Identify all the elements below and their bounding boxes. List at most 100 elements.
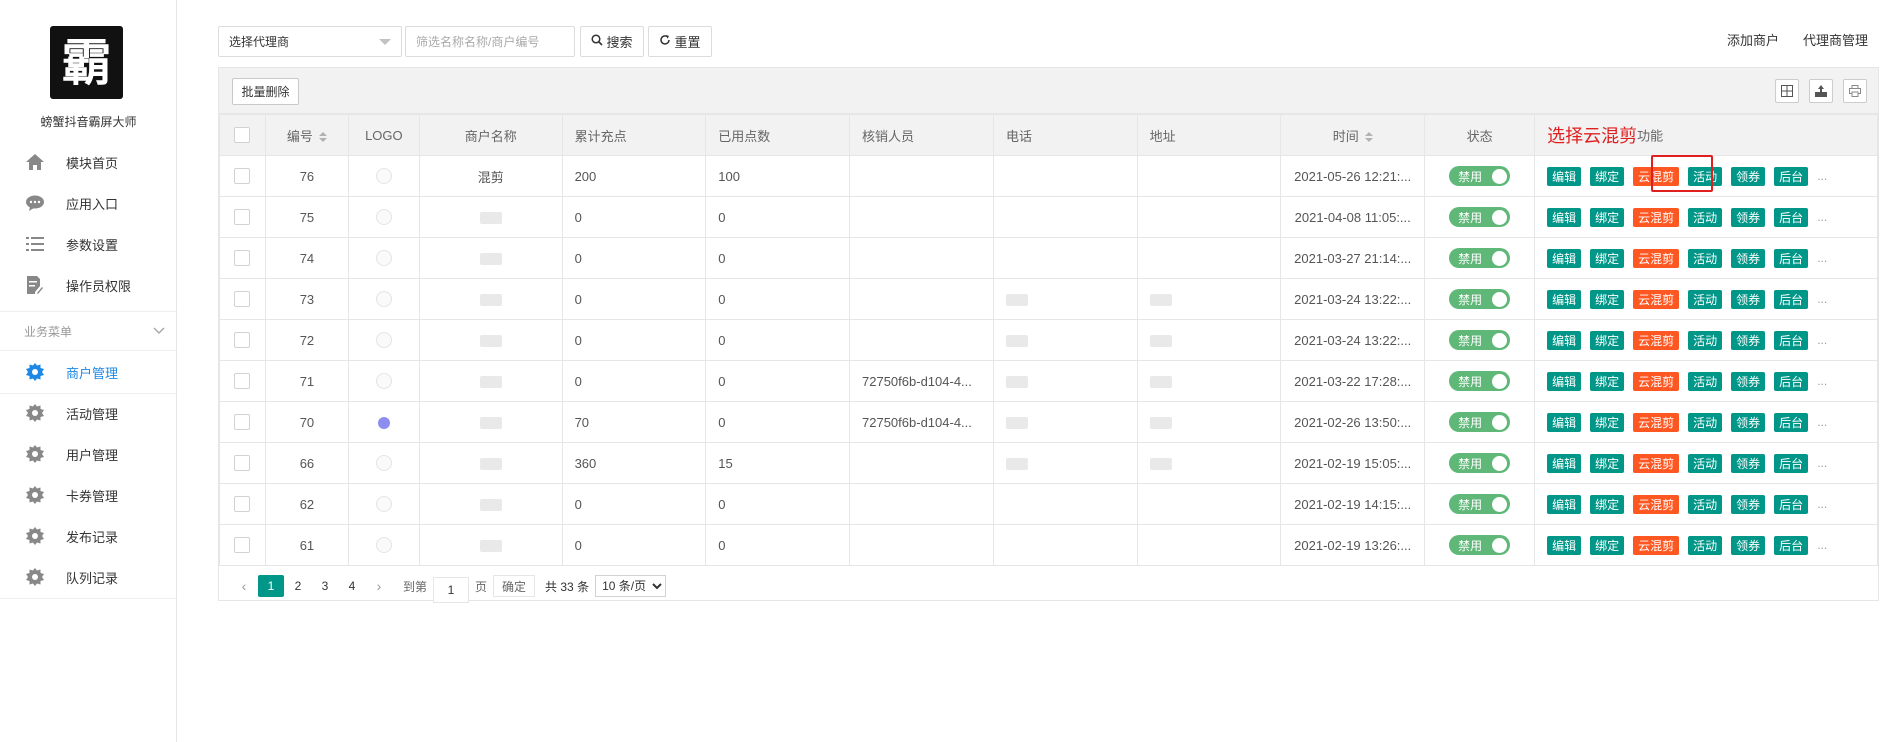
status-toggle[interactable]: 禁用 — [1449, 207, 1511, 227]
coupon-button[interactable]: 领券 — [1731, 494, 1766, 514]
activity-button[interactable]: 活动 — [1688, 330, 1723, 350]
sidebar-item-operator-permissions[interactable]: 操作员权限 — [0, 265, 177, 305]
more-actions[interactable]: ... — [1817, 169, 1827, 183]
status-toggle[interactable]: 禁用 — [1449, 535, 1511, 555]
batch-delete-button[interactable]: 批量删除 — [232, 78, 299, 105]
status-toggle[interactable]: 禁用 — [1449, 453, 1511, 473]
activity-button[interactable]: 活动 — [1688, 371, 1723, 391]
cloud-mix-button[interactable]: 云混剪 — [1633, 371, 1680, 391]
col-id[interactable]: 编号 — [264, 114, 349, 156]
search-button[interactable]: 搜索 — [580, 26, 644, 57]
more-actions[interactable]: ... — [1817, 333, 1827, 347]
edit-button[interactable]: 编辑 — [1547, 371, 1582, 391]
coupon-button[interactable]: 领券 — [1731, 166, 1766, 186]
coupon-button[interactable]: 领券 — [1731, 453, 1766, 473]
coupon-button[interactable]: 领券 — [1731, 330, 1766, 350]
reset-button[interactable]: 重置 — [648, 26, 712, 57]
backend-button[interactable]: 后台 — [1774, 494, 1809, 514]
backend-button[interactable]: 后台 — [1774, 207, 1809, 227]
row-checkbox[interactable] — [219, 483, 266, 525]
row-checkbox[interactable] — [219, 401, 266, 443]
sidebar-item-home[interactable]: 模块首页 — [0, 142, 177, 182]
coupon-button[interactable]: 领券 — [1731, 412, 1766, 432]
coupon-button[interactable]: 领券 — [1731, 371, 1766, 391]
sidebar-item-merchant-management[interactable]: 商户管理 — [0, 352, 177, 392]
sidebar-item-activity-management[interactable]: 活动管理 — [0, 393, 177, 433]
cloud-mix-button[interactable]: 云混剪 — [1633, 453, 1680, 473]
row-checkbox[interactable] — [219, 319, 266, 361]
edit-button[interactable]: 编辑 — [1547, 166, 1582, 186]
page-1-button[interactable]: 1 — [258, 575, 284, 597]
edit-button[interactable]: 编辑 — [1547, 412, 1582, 432]
bind-button[interactable]: 绑定 — [1590, 371, 1625, 391]
agent-select[interactable]: 选择代理商 — [218, 26, 402, 57]
sidebar-section-business[interactable]: 业务菜单 — [0, 311, 177, 351]
bind-button[interactable]: 绑定 — [1590, 412, 1625, 432]
status-toggle[interactable]: 禁用 — [1449, 412, 1511, 432]
row-checkbox[interactable] — [219, 196, 266, 238]
col-time[interactable]: 时间 — [1280, 114, 1426, 156]
activity-button[interactable]: 活动 — [1688, 289, 1723, 309]
backend-button[interactable]: 后台 — [1774, 166, 1809, 186]
more-actions[interactable]: ... — [1817, 374, 1827, 388]
backend-button[interactable]: 后台 — [1774, 330, 1809, 350]
status-toggle[interactable]: 禁用 — [1449, 289, 1511, 309]
export-icon[interactable] — [1809, 79, 1833, 103]
status-toggle[interactable]: 禁用 — [1449, 494, 1511, 514]
print-icon[interactable] — [1843, 79, 1867, 103]
bind-button[interactable]: 绑定 — [1590, 248, 1625, 268]
search-input[interactable] — [405, 26, 575, 57]
more-actions[interactable]: ... — [1817, 415, 1827, 429]
row-checkbox[interactable] — [219, 155, 266, 197]
coupon-button[interactable]: 领券 — [1731, 248, 1766, 268]
next-page-icon[interactable]: › — [366, 575, 392, 597]
more-actions[interactable]: ... — [1817, 497, 1827, 511]
more-actions[interactable]: ... — [1817, 210, 1827, 224]
bind-button[interactable]: 绑定 — [1590, 494, 1625, 514]
edit-button[interactable]: 编辑 — [1547, 330, 1582, 350]
more-actions[interactable]: ... — [1817, 538, 1827, 552]
cloud-mix-button[interactable]: 云混剪 — [1633, 248, 1680, 268]
page-3-button[interactable]: 3 — [312, 575, 338, 597]
bind-button[interactable]: 绑定 — [1590, 289, 1625, 309]
edit-button[interactable]: 编辑 — [1547, 535, 1582, 555]
cloud-mix-button[interactable]: 云混剪 — [1633, 166, 1680, 186]
select-all-checkbox[interactable] — [219, 114, 266, 156]
backend-button[interactable]: 后台 — [1774, 371, 1809, 391]
sidebar-item-user-management[interactable]: 用户管理 — [0, 434, 177, 474]
row-checkbox[interactable] — [219, 237, 266, 279]
grid-columns-icon[interactable] — [1775, 79, 1799, 103]
bind-button[interactable]: 绑定 — [1590, 535, 1625, 555]
cloud-mix-button[interactable]: 云混剪 — [1633, 207, 1680, 227]
more-actions[interactable]: ... — [1817, 251, 1827, 265]
cloud-mix-button[interactable]: 云混剪 — [1633, 535, 1680, 555]
bind-button[interactable]: 绑定 — [1590, 207, 1625, 227]
cloud-mix-button[interactable]: 云混剪 — [1633, 330, 1680, 350]
more-actions[interactable]: ... — [1817, 292, 1827, 306]
row-checkbox[interactable] — [219, 278, 266, 320]
cloud-mix-button[interactable]: 云混剪 — [1633, 494, 1680, 514]
row-checkbox[interactable] — [219, 442, 266, 484]
bind-button[interactable]: 绑定 — [1590, 166, 1625, 186]
edit-button[interactable]: 编辑 — [1547, 248, 1582, 268]
more-actions[interactable]: ... — [1817, 456, 1827, 470]
row-checkbox[interactable] — [219, 360, 266, 402]
coupon-button[interactable]: 领券 — [1731, 535, 1766, 555]
coupon-button[interactable]: 领券 — [1731, 289, 1766, 309]
activity-button[interactable]: 活动 — [1688, 494, 1723, 514]
activity-button[interactable]: 活动 — [1688, 535, 1723, 555]
prev-page-icon[interactable]: ‹ — [231, 575, 257, 597]
backend-button[interactable]: 后台 — [1774, 412, 1809, 432]
sidebar-item-coupon-management[interactable]: 卡券管理 — [0, 475, 177, 515]
backend-button[interactable]: 后台 — [1774, 453, 1809, 473]
cloud-mix-button[interactable]: 云混剪 — [1633, 412, 1680, 432]
edit-button[interactable]: 编辑 — [1547, 494, 1582, 514]
activity-button[interactable]: 活动 — [1688, 248, 1723, 268]
backend-button[interactable]: 后台 — [1774, 535, 1809, 555]
per-page-select[interactable]: 10 条/页 — [595, 575, 667, 597]
coupon-button[interactable]: 领券 — [1731, 207, 1766, 227]
activity-button[interactable]: 活动 — [1688, 207, 1723, 227]
status-toggle[interactable]: 禁用 — [1449, 371, 1511, 391]
sidebar-item-publish-records[interactable]: 发布记录 — [0, 516, 177, 556]
status-toggle[interactable]: 禁用 — [1449, 166, 1511, 186]
